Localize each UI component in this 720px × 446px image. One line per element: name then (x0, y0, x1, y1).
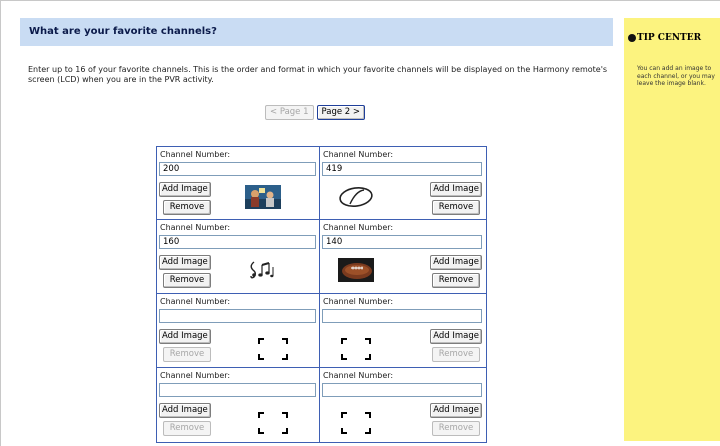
channel-slot-1: Channel Number: 200 Add Image Remove (157, 147, 320, 220)
channel-slot-8: Channel Number: Add Image Remove (320, 368, 486, 442)
remove-image-button[interactable]: Remove (163, 200, 211, 215)
channel-number-input[interactable] (322, 383, 482, 397)
channel-slot-6: Channel Number: Add Image Remove (320, 294, 486, 368)
channel-slot-2: Channel Number: 419 Add Image Remove (320, 147, 486, 220)
tip-center-heading: TIP CENTER (628, 33, 701, 43)
football-icon (338, 258, 374, 282)
channel-number-label: Channel Number: (160, 223, 231, 232)
channel-number-input[interactable]: 140 (322, 235, 482, 249)
music-notes-icon (250, 261, 274, 279)
channel-number-label: Channel Number: (160, 297, 231, 306)
page-title: What are your favorite channels? (29, 26, 217, 37)
channel-number-label: Channel Number: (323, 297, 394, 306)
channel-number-input[interactable] (322, 309, 482, 323)
section-header: What are your favorite channels? (20, 18, 613, 46)
channel-number-label: Channel Number: (323, 150, 394, 159)
channel-slot-3: Channel Number: 160 Add Image Remove (157, 220, 320, 294)
add-image-button[interactable]: Add Image (159, 255, 211, 270)
tip-text: You can add an image to each channel, or… (637, 65, 715, 87)
remove-image-button[interactable]: Remove (163, 421, 211, 436)
empty-image-placeholder-icon (341, 338, 371, 360)
channel-number-input[interactable]: 200 (159, 162, 316, 176)
remove-image-button[interactable]: Remove (432, 347, 480, 362)
tip-center-title: TIP CENTER (637, 33, 702, 43)
channel-number-label: Channel Number: (160, 371, 231, 380)
remove-image-button[interactable]: Remove (163, 347, 211, 362)
bullet-icon (628, 34, 636, 42)
add-image-button[interactable]: Add Image (430, 403, 482, 418)
add-image-button[interactable]: Add Image (159, 182, 211, 197)
empty-image-placeholder-icon (258, 412, 288, 434)
instructions-text: Enter up to 16 of your favorite channels… (28, 65, 608, 84)
channel-number-label: Channel Number: (160, 150, 231, 159)
prev-page-button[interactable]: < Page 1 (265, 105, 314, 120)
page-frame: What are your favorite channels? Enter u… (0, 0, 720, 446)
channel-number-label: Channel Number: (323, 223, 394, 232)
remove-image-button[interactable]: Remove (163, 273, 211, 288)
add-image-button[interactable]: Add Image (159, 403, 211, 418)
channel-grid: Channel Number: 200 Add Image Remove Cha… (156, 146, 487, 443)
remove-image-button[interactable]: Remove (432, 421, 480, 436)
add-image-button[interactable]: Add Image (430, 255, 482, 270)
add-image-button[interactable]: Add Image (430, 329, 482, 344)
channel-slot-5: Channel Number: Add Image Remove (157, 294, 320, 368)
remove-image-button[interactable]: Remove (432, 200, 480, 215)
tv-show-logo-icon (245, 185, 281, 209)
pagination: < Page 1 Page 2 > (265, 105, 366, 120)
next-page-button[interactable]: Page 2 > (316, 105, 366, 120)
empty-image-placeholder-icon (258, 338, 288, 360)
channel-slot-4: Channel Number: 140 Add Image Remove (320, 220, 486, 294)
add-image-button[interactable]: Add Image (430, 182, 482, 197)
empty-image-placeholder-icon (341, 412, 371, 434)
remove-image-button[interactable]: Remove (432, 273, 480, 288)
channel-number-label: Channel Number: (323, 371, 394, 380)
channel-number-input[interactable] (159, 383, 316, 397)
channel-slot-7: Channel Number: Add Image Remove (157, 368, 320, 442)
add-image-button[interactable]: Add Image (159, 329, 211, 344)
channel-number-input[interactable] (159, 309, 316, 323)
tip-center-panel: TIP CENTER You can add an image to each … (624, 18, 720, 441)
channel-number-input[interactable]: 160 (159, 235, 316, 249)
channel-number-input[interactable]: 419 (322, 162, 482, 176)
oval-logo-icon (339, 187, 373, 207)
